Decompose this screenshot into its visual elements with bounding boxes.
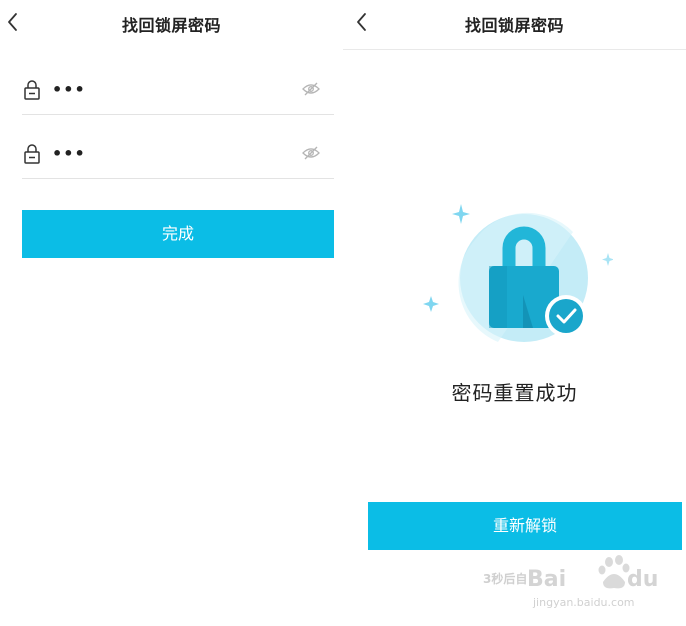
eye-off-icon[interactable] xyxy=(302,82,320,96)
watermark-domain: jingyan.baidu.com xyxy=(533,596,635,609)
lock-icon xyxy=(24,144,40,164)
new-password-input[interactable] xyxy=(52,77,292,101)
new-password-field xyxy=(22,51,334,115)
unlock-again-button[interactable]: 重新解锁 xyxy=(368,502,682,550)
header: 找回锁屏密码 xyxy=(0,0,343,50)
sparkle-icon xyxy=(602,253,613,266)
confirm-password-input[interactable] xyxy=(52,141,292,165)
lock-icon xyxy=(24,80,40,100)
success-message: 密码重置成功 xyxy=(451,381,578,405)
svg-text:du: du xyxy=(627,567,658,592)
done-button[interactable]: 完成 xyxy=(22,210,334,258)
svg-text:Bai: Bai xyxy=(527,567,566,592)
sparkle-icon xyxy=(423,296,439,312)
eye-off-icon[interactable] xyxy=(302,146,320,160)
confirm-password-field xyxy=(22,115,334,179)
sparkle-icon xyxy=(452,204,470,224)
auto-return-note: 3秒后自 xyxy=(483,572,528,586)
lock-check-illustration xyxy=(423,204,613,342)
header: 找回锁屏密码 xyxy=(343,0,686,50)
reset-password-screen: 找回锁屏密码 完成 xyxy=(0,0,343,626)
page-title: 找回锁屏密码 xyxy=(121,16,221,35)
reset-success-screen: 找回锁屏密码 密码重置成功 重新解锁 3秒后自 Bai du jingyan.b… xyxy=(343,0,686,626)
page-title: 找回锁屏密码 xyxy=(464,16,564,35)
